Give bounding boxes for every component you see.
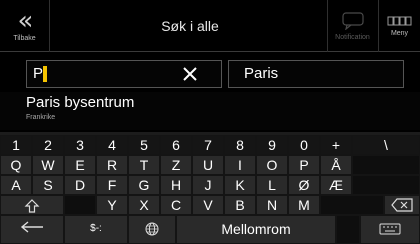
search-query-text: P	[33, 65, 44, 82]
key-2[interactable]: 2	[32, 135, 64, 155]
key-y[interactable]: Y	[96, 195, 128, 215]
notification-button[interactable]: Notification	[327, 0, 377, 52]
key-blank-row4	[64, 195, 96, 215]
key-x[interactable]: X	[128, 195, 160, 215]
keyboard-icon	[379, 223, 401, 235]
key-l[interactable]: L	[256, 175, 288, 195]
back-label: Tilbake	[13, 34, 36, 42]
symbols-key[interactable]: $-:	[64, 215, 128, 244]
key-i[interactable]: I	[224, 155, 256, 175]
key-n[interactable]: N	[256, 195, 288, 215]
key-5[interactable]: 5	[128, 135, 160, 155]
page-title: Søk i alle	[161, 18, 219, 34]
key-blank-row4b	[320, 195, 384, 215]
keyboard-row-4: Y X C V B N M	[0, 195, 420, 215]
arrow-left-icon	[20, 221, 43, 233]
key-v[interactable]: V	[192, 195, 224, 215]
keyboard-row-3: A S D F G H J K L Ø Æ	[0, 175, 420, 195]
hide-keyboard-key[interactable]	[360, 215, 420, 244]
key-plus[interactable]: +	[320, 135, 352, 155]
key-a[interactable]: A	[0, 175, 32, 195]
key-1[interactable]: 1	[0, 135, 32, 155]
back-icon: «	[17, 5, 34, 36]
menu-label: Meny	[390, 29, 409, 37]
text-cursor	[43, 66, 47, 82]
key-w[interactable]: W	[32, 155, 64, 175]
key-f[interactable]: F	[96, 175, 128, 195]
clear-button[interactable]	[178, 62, 202, 86]
shift-key[interactable]	[0, 195, 64, 215]
backspace-icon	[391, 198, 413, 212]
key-z[interactable]: Z	[160, 155, 192, 175]
key-3[interactable]: 3	[64, 135, 96, 155]
key-d[interactable]: D	[64, 175, 96, 195]
key-7[interactable]: 7	[192, 135, 224, 155]
key-c[interactable]: C	[160, 195, 192, 215]
globe-icon	[145, 222, 159, 236]
key-k[interactable]: K	[224, 175, 256, 195]
key-m[interactable]: M	[288, 195, 320, 215]
key-j[interactable]: J	[192, 175, 224, 195]
key-oe[interactable]: Ø	[288, 175, 320, 195]
cursor-left-key[interactable]	[0, 215, 64, 244]
space-key[interactable]: Mellomrom	[176, 215, 336, 244]
menu-icon	[387, 16, 411, 25]
shift-icon	[24, 199, 40, 213]
key-blank-row2	[352, 155, 420, 175]
key-6[interactable]: 6	[160, 135, 192, 155]
key-h[interactable]: H	[160, 175, 192, 195]
key-b[interactable]: B	[224, 195, 256, 215]
key-4[interactable]: 4	[96, 135, 128, 155]
key-r[interactable]: R	[96, 155, 128, 175]
key-u[interactable]: U	[192, 155, 224, 175]
menu-button[interactable]: Meny	[378, 0, 420, 52]
key-e[interactable]: E	[64, 155, 96, 175]
key-o[interactable]: O	[256, 155, 288, 175]
key-blank-row3	[352, 175, 420, 195]
key-9[interactable]: 9	[256, 135, 288, 155]
keyboard-row-5: $-: Mellomrom	[0, 215, 420, 244]
language-key[interactable]	[128, 215, 176, 244]
key-p[interactable]: P	[288, 155, 320, 175]
key-8[interactable]: 8	[224, 135, 256, 155]
back-button[interactable]: « Tilbake	[0, 0, 50, 52]
key-g[interactable]: G	[128, 175, 160, 195]
keyboard-row-numbers: 1 2 3 4 5 6 7 8 9 0 + \	[0, 135, 420, 155]
key-backslash[interactable]: \	[352, 135, 420, 155]
notification-label: Notification	[335, 33, 370, 41]
key-0[interactable]: 0	[288, 135, 320, 155]
key-t[interactable]: T	[128, 155, 160, 175]
clear-icon	[183, 67, 197, 81]
result-subtitle: Frankrike	[26, 114, 56, 121]
keyboard-row-2: Q W E R T Z U I O P Å	[0, 155, 420, 175]
key-blank-row5	[336, 215, 360, 244]
key-ae[interactable]: Æ	[320, 175, 352, 195]
key-q[interactable]: Q	[0, 155, 32, 175]
location-text: Paris	[244, 65, 279, 82]
key-s[interactable]: S	[32, 175, 64, 195]
key-aa[interactable]: Å	[320, 155, 352, 175]
backspace-key[interactable]	[384, 195, 420, 215]
notification-icon	[341, 11, 364, 30]
result-title: Paris bysentrum	[26, 94, 135, 111]
